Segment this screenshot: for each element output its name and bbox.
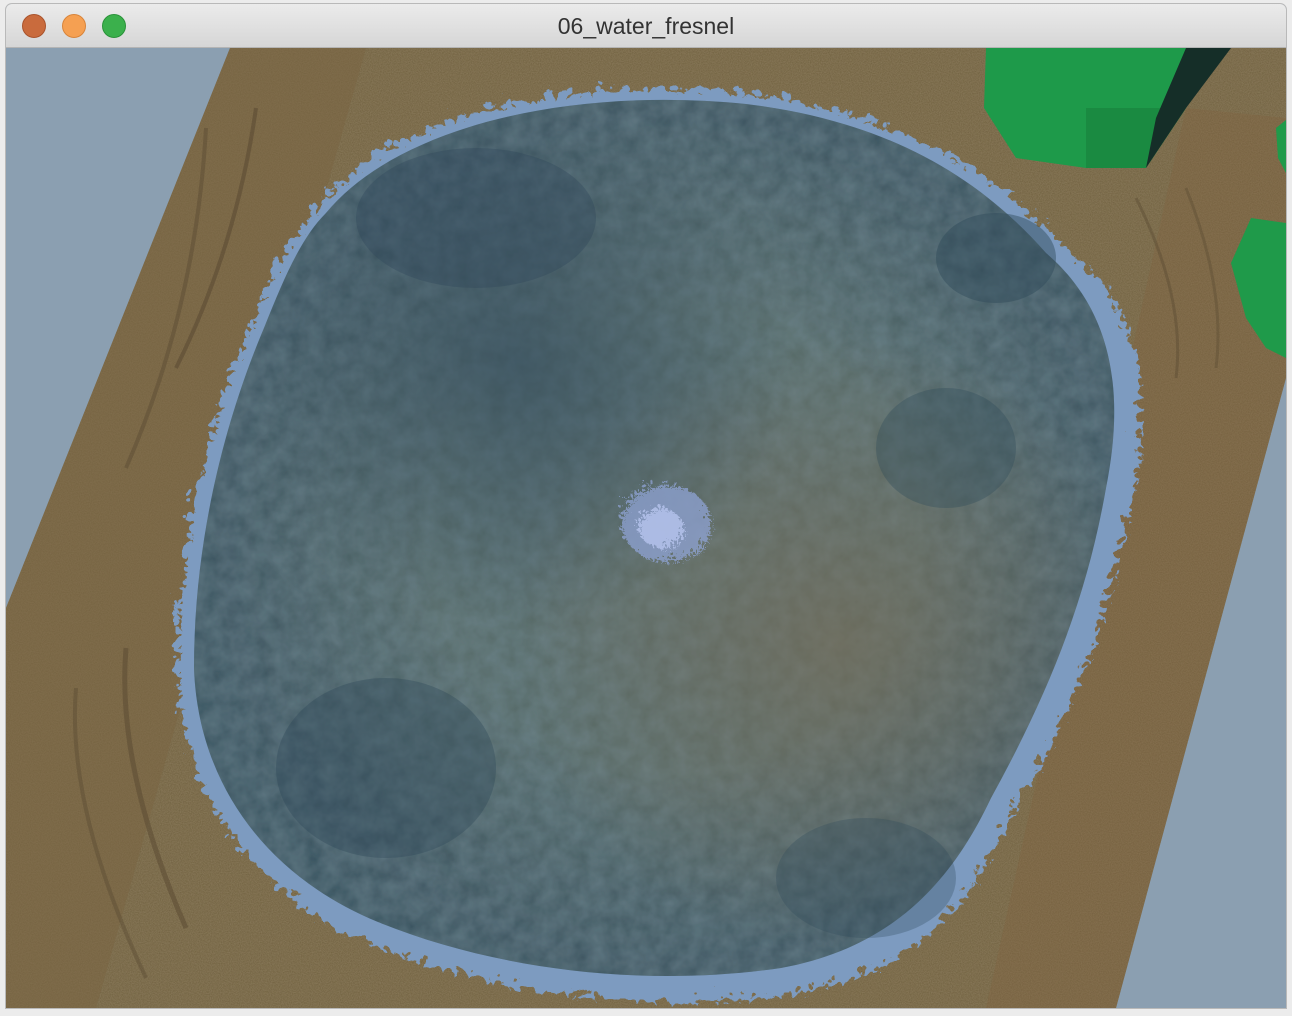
title-bar[interactable]: 06_water_fresnel xyxy=(6,4,1286,48)
render-viewport[interactable] xyxy=(6,48,1286,1008)
window-title: 06_water_fresnel xyxy=(557,13,735,39)
specular-highlight xyxy=(616,480,706,556)
scene-canvas xyxy=(6,48,1286,1008)
app-window: 06_water_fresnel xyxy=(6,4,1286,1008)
